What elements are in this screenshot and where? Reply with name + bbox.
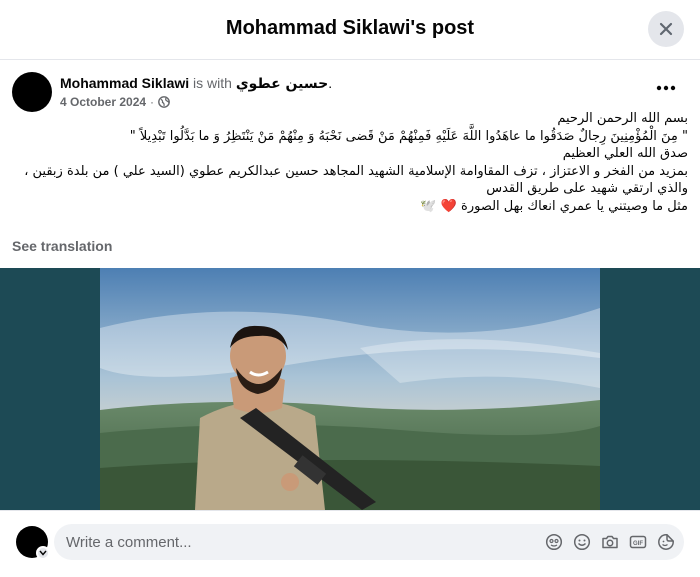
gif-button[interactable]: GIF bbox=[628, 532, 648, 552]
author-name-link[interactable]: Mohammad Siklawi bbox=[60, 75, 189, 91]
post-meta: 4 October 2024 · bbox=[60, 95, 170, 109]
photo-button[interactable] bbox=[600, 532, 620, 552]
avatar-icon bbox=[545, 533, 563, 551]
post-line: بسم الله الرحمن الرحيم bbox=[557, 111, 688, 126]
emoji-icon bbox=[573, 533, 591, 551]
avatar-chevron-badge[interactable] bbox=[36, 546, 50, 560]
author-avatar[interactable] bbox=[12, 72, 52, 112]
meta-separator: · bbox=[150, 95, 155, 109]
close-icon bbox=[659, 22, 673, 36]
more-horizontal-icon bbox=[656, 85, 676, 91]
svg-text:GIF: GIF bbox=[633, 541, 643, 547]
tagged-person-link[interactable]: حسين عطوي bbox=[236, 76, 328, 92]
post-author-row: Mohammad Siklawi is with حسين عطوي. 4 Oc… bbox=[12, 72, 688, 114]
sticker-button[interactable] bbox=[656, 532, 676, 552]
see-translation-link[interactable]: See translation bbox=[12, 238, 112, 254]
is-with-text: is with bbox=[193, 75, 232, 91]
post-dialog-header: Mohammad Siklawi's post bbox=[0, 0, 700, 60]
post-photo[interactable] bbox=[100, 268, 600, 510]
chevron-down-icon bbox=[39, 550, 47, 556]
sticker-icon bbox=[658, 534, 674, 550]
author-line: Mohammad Siklawi is with حسين عطوي. bbox=[60, 74, 332, 93]
comment-composer: GIF bbox=[0, 510, 700, 577]
post-photo-container[interactable] bbox=[0, 268, 700, 510]
more-options-button[interactable] bbox=[648, 76, 684, 100]
post-body-text: بسم الله الرحمن الرحيم " مِنَ الْمُؤْمِن… bbox=[12, 110, 688, 215]
post-date-link[interactable]: 4 October 2024 bbox=[60, 95, 146, 109]
camera-icon bbox=[602, 535, 618, 549]
avatar-sticker-button[interactable] bbox=[544, 532, 564, 552]
globe-icon[interactable] bbox=[158, 96, 170, 108]
post-line: بمزيد من الفخر و الاعتزاز ، تزف المقاوام… bbox=[24, 163, 688, 197]
post-line: " مِنَ الْمُؤْمِنِينَ رِجالٌ صَدَقُوا ما… bbox=[129, 128, 688, 144]
close-button[interactable] bbox=[648, 11, 684, 47]
emoji-button[interactable] bbox=[572, 532, 592, 552]
post-line: مثل ما وصيتني يا عمري انعاك بهل الصورة ❤… bbox=[420, 198, 688, 214]
tagged-suffix: . bbox=[328, 75, 333, 91]
photo-scene-image bbox=[100, 268, 600, 510]
dialog-title: Mohammad Siklawi's post bbox=[225, 17, 475, 39]
post-line: صدق الله العلي العظيم bbox=[562, 146, 688, 161]
gif-icon: GIF bbox=[629, 535, 647, 549]
